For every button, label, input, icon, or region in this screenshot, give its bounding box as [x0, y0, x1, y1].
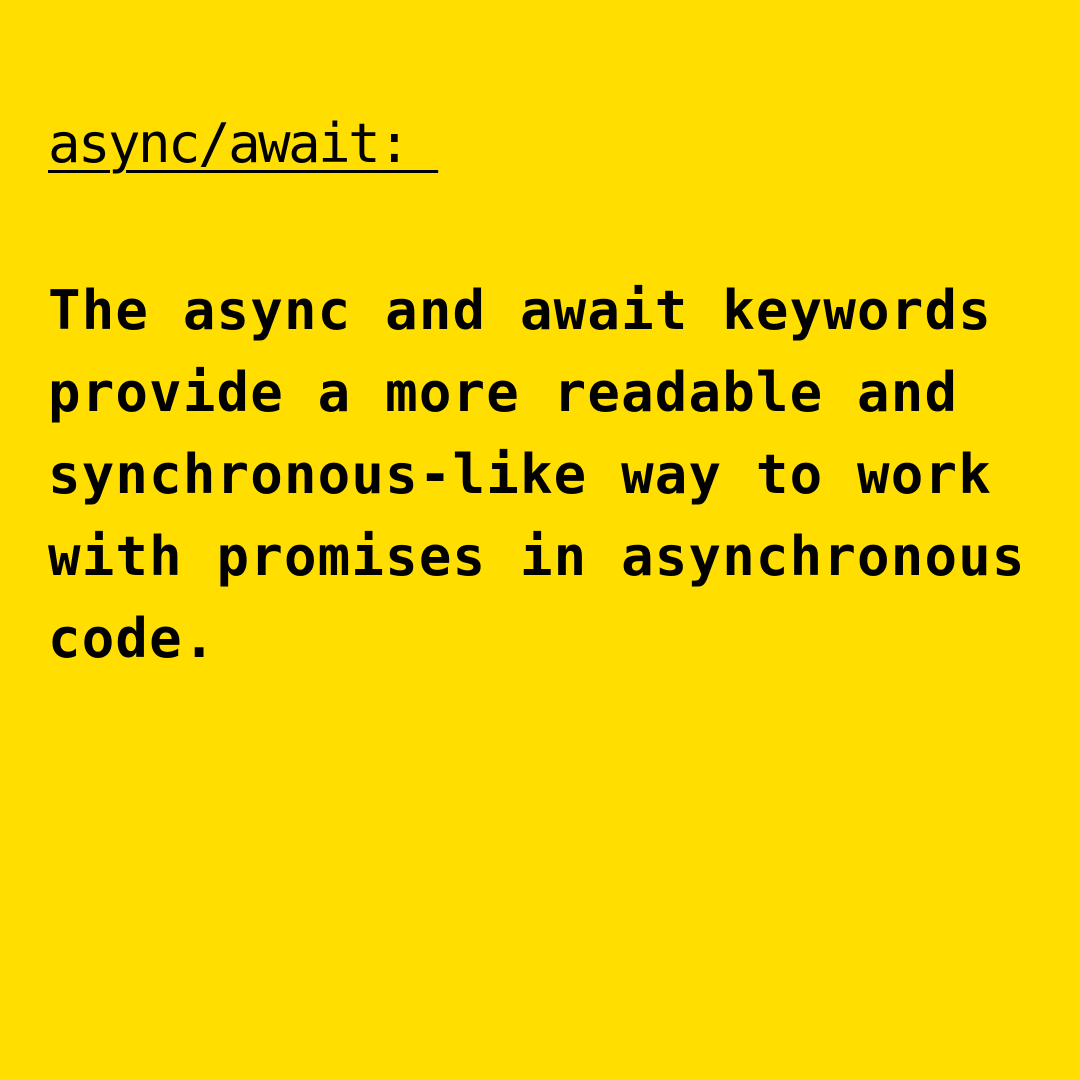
body-line: synchronous-like way to work: [48, 443, 992, 506]
body-line: The async and await keywords: [48, 279, 992, 342]
slide-card: async/await: The async and await keyword…: [0, 0, 1080, 1080]
slide-heading: async/await:: [48, 112, 439, 175]
body-line: provide a more readable and: [48, 361, 959, 424]
body-line: code.: [48, 607, 217, 670]
slide-body: The async and await keywords provide a m…: [48, 270, 1080, 680]
body-line: with promises in asynchronous: [48, 525, 1026, 588]
